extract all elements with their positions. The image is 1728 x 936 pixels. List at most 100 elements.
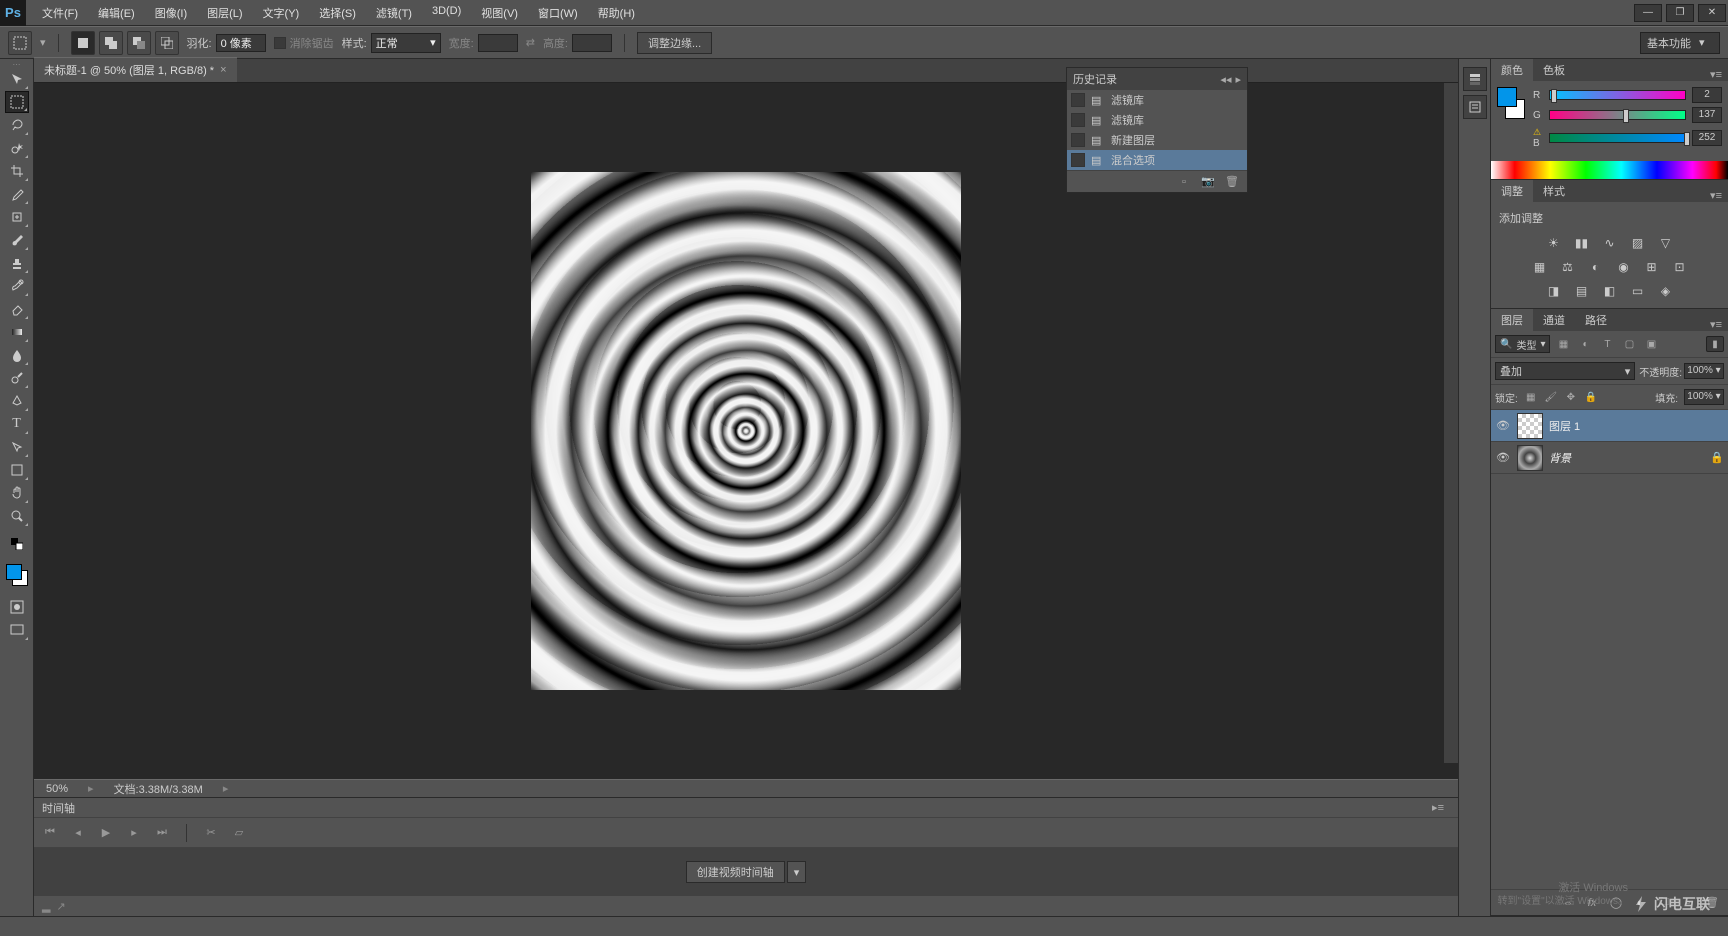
layer-row[interactable]: 👁 背景 🔒 <box>1491 442 1728 474</box>
default-colors-icon[interactable] <box>5 533 29 555</box>
b-value[interactable]: 252 <box>1692 130 1722 146</box>
menu-help[interactable]: 帮助(H) <box>590 1 643 25</box>
history-item[interactable]: ▤滤镜库 <box>1067 90 1247 110</box>
lookup-icon[interactable]: ⊡ <box>1669 258 1691 276</box>
filter-toggle[interactable]: ▮ <box>1706 336 1724 352</box>
filter-adjust-icon[interactable]: ◐ <box>1576 336 1594 352</box>
add-selection-icon[interactable] <box>99 31 123 55</box>
move-tool[interactable] <box>5 68 29 90</box>
timeline-type-dropdown[interactable]: ▾ <box>787 861 807 883</box>
tool-preset-icon[interactable] <box>8 31 32 55</box>
history-dock-icon[interactable] <box>1463 67 1487 91</box>
filter-shape-icon[interactable]: ▢ <box>1620 336 1638 352</box>
swap-icon[interactable]: ⇄ <box>526 36 535 49</box>
healing-tool[interactable] <box>5 206 29 228</box>
prev-frame-icon[interactable]: ◂ <box>70 825 86 841</box>
filter-type-icon[interactable]: T <box>1598 336 1616 352</box>
quick-mask-icon[interactable] <box>5 596 29 618</box>
antialias-checkbox[interactable] <box>274 37 286 49</box>
refine-edge-button[interactable]: 调整边缘... <box>637 32 712 54</box>
color-swatch[interactable] <box>6 564 28 586</box>
snapshot-document-icon[interactable]: ▫ <box>1177 175 1191 189</box>
timeline-render-icon[interactable]: ↗ <box>56 900 65 913</box>
vibrance-icon[interactable]: ▽ <box>1655 234 1677 252</box>
opacity-input[interactable]: 100% ▾ <box>1684 363 1724 379</box>
photo-filter-icon[interactable]: ◉ <box>1613 258 1635 276</box>
panel-menu-icon[interactable]: ▾≡ <box>1704 318 1728 331</box>
panel-menu-icon[interactable]: ▸≡ <box>1426 801 1450 814</box>
blend-mode-select[interactable]: 叠加▾ <box>1495 362 1635 380</box>
stamp-tool[interactable] <box>5 252 29 274</box>
close-tab-icon[interactable]: × <box>220 64 226 76</box>
type-tool[interactable]: T <box>5 413 29 435</box>
b-slider[interactable] <box>1549 133 1686 143</box>
color-spectrum[interactable] <box>1491 161 1728 179</box>
menu-filter[interactable]: 滤镜(T) <box>368 1 420 25</box>
foreground-color[interactable] <box>6 564 22 580</box>
menu-image[interactable]: 图像(I) <box>147 1 195 25</box>
menu-3d[interactable]: 3D(D) <box>424 1 469 25</box>
first-frame-icon[interactable]: ⏮ <box>42 825 58 841</box>
transition-icon[interactable]: ▱ <box>231 825 247 841</box>
history-header[interactable]: 历史记录 ◂◂ ▸ <box>1067 68 1247 90</box>
color-tab[interactable]: 颜色 <box>1491 59 1533 81</box>
r-value[interactable]: 2 <box>1692 87 1722 103</box>
chevron-right-icon[interactable]: ▸ <box>88 782 94 795</box>
cut-icon[interactable]: ✂ <box>203 825 219 841</box>
menu-edit[interactable]: 编辑(E) <box>90 1 143 25</box>
layer-thumbnail[interactable] <box>1517 413 1543 439</box>
selective-color-icon[interactable]: ◈ <box>1655 282 1677 300</box>
last-frame-icon[interactable]: ⏭ <box>154 825 170 841</box>
history-brush-tool[interactable] <box>5 275 29 297</box>
chevron-down-icon[interactable]: ▾ <box>40 36 46 49</box>
zoom-tool[interactable] <box>5 505 29 527</box>
posterize-icon[interactable]: ▤ <box>1571 282 1593 300</box>
visibility-icon[interactable]: 👁 <box>1495 418 1511 434</box>
layers-tab[interactable]: 图层 <box>1491 309 1533 331</box>
play-icon[interactable]: ▶ <box>98 825 114 841</box>
channel-mixer-icon[interactable]: ⊞ <box>1641 258 1663 276</box>
history-item[interactable]: ▤滤镜库 <box>1067 110 1247 130</box>
levels-icon[interactable]: ▮▮ <box>1571 234 1593 252</box>
lock-image-icon[interactable]: 🖌 <box>1544 390 1558 404</box>
close-panel-icon[interactable]: ▸ <box>1235 73 1241 86</box>
quick-select-tool[interactable] <box>5 137 29 159</box>
styles-tab[interactable]: 样式 <box>1533 180 1575 202</box>
maximize-button[interactable]: ❐ <box>1666 4 1694 22</box>
panel-menu-icon[interactable]: ▾≡ <box>1704 68 1728 81</box>
collapse-icon[interactable]: ◂◂ <box>1220 73 1231 86</box>
properties-dock-icon[interactable] <box>1463 95 1487 119</box>
panel-menu-icon[interactable]: ▾≡ <box>1704 189 1728 202</box>
chevron-right-icon[interactable]: ▸ <box>223 782 229 795</box>
snapshot-icon[interactable]: 📷 <box>1201 175 1215 189</box>
gradient-tool[interactable] <box>5 321 29 343</box>
delete-icon[interactable]: 🗑 <box>1225 175 1239 189</box>
menu-view[interactable]: 视图(V) <box>473 1 526 25</box>
history-item[interactable]: ▤混合选项 <box>1067 150 1247 170</box>
brightness-icon[interactable]: ☀ <box>1543 234 1565 252</box>
style-select[interactable]: 正常▾ <box>371 33 441 53</box>
filter-pixel-icon[interactable]: ▦ <box>1554 336 1572 352</box>
blur-tool[interactable] <box>5 344 29 366</box>
exposure-icon[interactable]: ▨ <box>1627 234 1649 252</box>
foreground-swatch[interactable] <box>1497 87 1517 107</box>
gradient-map-icon[interactable]: ▭ <box>1627 282 1649 300</box>
color-preview[interactable] <box>1497 87 1525 119</box>
minimize-button[interactable]: — <box>1634 4 1662 22</box>
crop-tool[interactable] <box>5 160 29 182</box>
hand-tool[interactable] <box>5 482 29 504</box>
new-selection-icon[interactable] <box>71 31 95 55</box>
scrollbar-vertical[interactable] <box>1444 83 1458 763</box>
eraser-tool[interactable] <box>5 298 29 320</box>
layer-thumbnail[interactable] <box>1517 445 1543 471</box>
g-value[interactable]: 137 <box>1692 107 1722 123</box>
subtract-selection-icon[interactable] <box>127 31 151 55</box>
timeline-zoom-out-icon[interactable]: ▂ <box>42 900 50 913</box>
close-button[interactable]: ✕ <box>1698 4 1726 22</box>
fill-input[interactable]: 100% ▾ <box>1684 389 1724 405</box>
zoom-level[interactable]: 50% <box>46 783 68 795</box>
eyedropper-tool[interactable] <box>5 183 29 205</box>
intersect-selection-icon[interactable] <box>155 31 179 55</box>
lasso-tool[interactable] <box>5 114 29 136</box>
marquee-tool[interactable] <box>5 91 29 113</box>
